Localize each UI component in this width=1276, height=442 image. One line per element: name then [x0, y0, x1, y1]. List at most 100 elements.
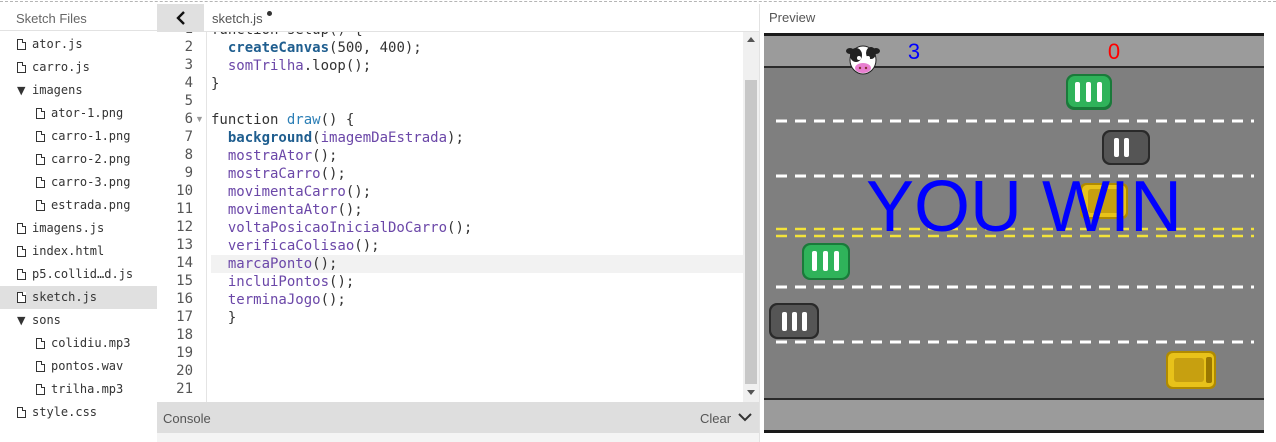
- code-line[interactable]: [211, 345, 743, 363]
- bottom-sidewalk: [764, 400, 1264, 430]
- scrollbar-thumb[interactable]: [745, 80, 757, 384]
- collapse-sidebar-button[interactable]: [157, 4, 204, 32]
- file-item[interactable]: carro-2.png: [0, 148, 157, 171]
- folder-toggle-icon[interactable]: ▼: [17, 79, 25, 102]
- code-line[interactable]: }: [211, 309, 743, 327]
- code-editor[interactable]: 123456▼789101112131415161718192021 funct…: [157, 32, 759, 402]
- file-icon: [36, 154, 45, 165]
- file-item[interactable]: carro-3.png: [0, 171, 157, 194]
- code-line[interactable]: somTrilha.loop();: [211, 57, 743, 75]
- folder-item[interactable]: ▼ imagens: [0, 79, 157, 102]
- editor-header: sketch.js: [157, 4, 759, 32]
- code-line[interactable]: function draw() {: [211, 111, 743, 129]
- line-number: 21: [176, 381, 193, 397]
- folder-item[interactable]: ▼ sons: [0, 309, 157, 332]
- code-line[interactable]: [211, 327, 743, 345]
- file-item[interactable]: estrada.png: [0, 194, 157, 217]
- line-number: 5: [184, 93, 193, 109]
- folder-toggle-icon[interactable]: ▼: [17, 309, 25, 332]
- code-line[interactable]: marcaPonto();: [211, 255, 743, 273]
- code-line[interactable]: voltaPosicaoInicialDoCarro();: [211, 219, 743, 237]
- file-item[interactable]: pontos.wav: [0, 355, 157, 378]
- file-name: carro-1.png: [51, 129, 131, 143]
- file-icon: [17, 407, 26, 418]
- fold-toggle-icon[interactable]: ▼: [195, 114, 204, 124]
- code-line[interactable]: movimentaAtor();: [211, 201, 743, 219]
- line-number: 3: [184, 57, 193, 73]
- line-number: 19: [176, 345, 193, 361]
- code-line[interactable]: terminaJogo();: [211, 291, 743, 309]
- line-number: 17: [176, 309, 193, 325]
- code-token: imagemDaEstrada: [320, 130, 448, 146]
- preview-canvas[interactable]: 3 0 YOU WIN: [764, 33, 1264, 433]
- console-bar: Console Clear: [157, 402, 759, 433]
- top-curb: [764, 33, 1264, 36]
- file-tab[interactable]: sketch.js: [212, 11, 263, 26]
- file-item[interactable]: style.css: [0, 401, 157, 424]
- sidebar-header: Sketch Files: [0, 4, 157, 31]
- file-name: colidiu.mp3: [51, 336, 131, 350]
- score-right: 0: [1108, 39, 1120, 64]
- file-item[interactable]: ator.js: [0, 33, 157, 56]
- code-line[interactable]: }: [211, 75, 743, 93]
- code-line[interactable]: mostraCarro();: [211, 165, 743, 183]
- scroll-up-icon[interactable]: [747, 37, 755, 42]
- code-line[interactable]: [211, 381, 743, 399]
- file-item[interactable]: colidiu.mp3: [0, 332, 157, 355]
- line-number: 16: [176, 291, 193, 307]
- code-token: marcaPonto: [227, 256, 313, 272]
- code-token: ();: [354, 238, 380, 254]
- line-number: 4: [184, 75, 193, 91]
- line-number: 18: [176, 327, 193, 343]
- file-item[interactable]: trilha.mp3: [0, 378, 157, 401]
- code-token: ();: [320, 166, 346, 182]
- file-item[interactable]: p5.collid…d.js: [0, 263, 157, 286]
- file-item[interactable]: sketch.js: [0, 286, 157, 309]
- code-token: ();: [312, 256, 338, 272]
- line-number: 7: [184, 129, 193, 145]
- code-token: ();: [329, 274, 355, 290]
- file-name: ator-1.png: [51, 106, 124, 120]
- code-token: }: [211, 76, 220, 92]
- line-number: 11: [176, 201, 193, 217]
- line-number: 8: [184, 147, 193, 163]
- code-token: draw: [286, 112, 321, 128]
- editor-scrollbar[interactable]: [743, 32, 759, 402]
- console-clear-button[interactable]: Clear: [700, 411, 731, 426]
- code-token: incluiPontos: [227, 274, 330, 290]
- file-icon: [36, 338, 45, 349]
- code-line[interactable]: [211, 363, 743, 381]
- file-item[interactable]: imagens.js: [0, 217, 157, 240]
- code-token: background: [227, 130, 313, 146]
- file-icon: [36, 200, 45, 211]
- code-line[interactable]: createCanvas(500, 400);: [211, 39, 743, 57]
- code-line[interactable]: verificaColisao();: [211, 237, 743, 255]
- file-name: trilha.mp3: [51, 382, 124, 396]
- file-item[interactable]: carro-1.png: [0, 125, 157, 148]
- car-green: [802, 243, 850, 280]
- file-item[interactable]: index.html: [0, 240, 157, 263]
- chevron-down-icon[interactable]: [737, 410, 753, 424]
- file-icon: [17, 246, 26, 257]
- code-line[interactable]: [211, 93, 743, 111]
- pane-divider[interactable]: [759, 4, 760, 442]
- code-token: terminaJogo: [227, 292, 321, 308]
- game-canvas: 3 0 YOU WIN: [764, 33, 1264, 433]
- scroll-down-icon[interactable]: [747, 390, 755, 395]
- code-line[interactable]: background(imagemDaEstrada);: [211, 129, 743, 147]
- line-number: 13: [176, 237, 193, 253]
- code-area[interactable]: function setup() { createCanvas(500, 400…: [211, 32, 743, 402]
- code-line[interactable]: mostraAtor();: [211, 147, 743, 165]
- file-item[interactable]: carro.js: [0, 56, 157, 79]
- code-line[interactable]: movimentaCarro();: [211, 183, 743, 201]
- code-token: ();: [345, 184, 372, 200]
- code-line[interactable]: incluiPontos();: [211, 273, 743, 291]
- file-item[interactable]: ator-1.png: [0, 102, 157, 125]
- code-line[interactable]: function setup() {: [211, 32, 743, 39]
- car-yellow: [1166, 351, 1216, 389]
